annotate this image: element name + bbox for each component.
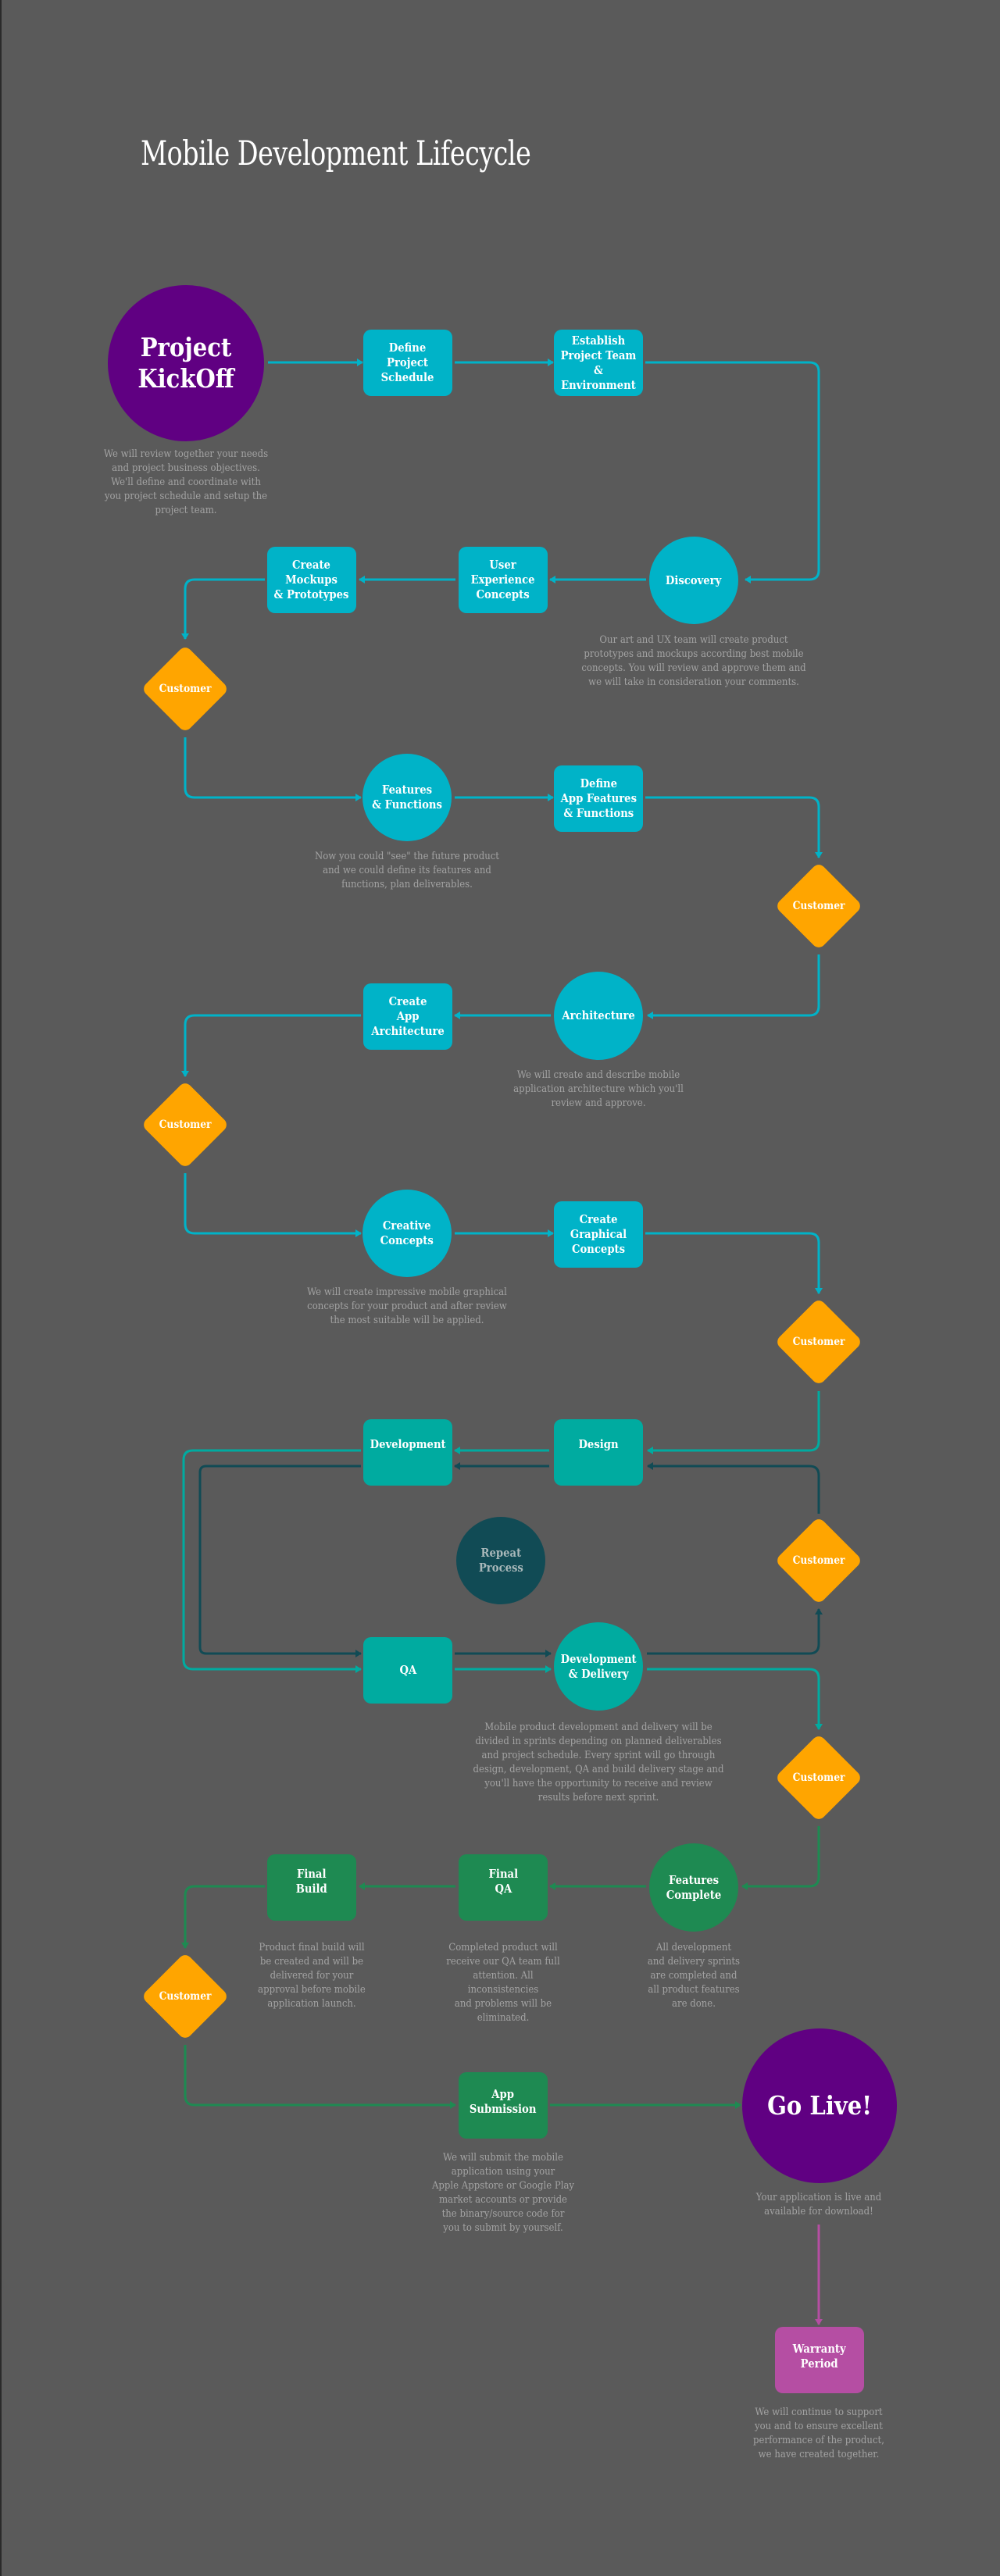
node-label: Create Mockups & Prototypes — [274, 558, 349, 601]
node-label: Define Project Schedule — [381, 341, 434, 384]
node-creative-concepts: Creative Concepts — [362, 1190, 452, 1277]
node-repeat-process: Repeat Process — [456, 1517, 545, 1604]
node-label: Features & Functions — [372, 783, 442, 812]
node-label: Repeat Process — [478, 1546, 523, 1575]
node-define-app-features: Define App Features & Functions — [554, 765, 643, 832]
node-label: Create App Architecture — [371, 994, 445, 1038]
decision-label: Customer — [159, 1990, 212, 2003]
connector-appfeatures-to-customer2 — [645, 796, 823, 858]
connector-graphical-to-customer4 — [645, 1232, 823, 1294]
connector-customer4-to-design — [647, 1391, 820, 1454]
node-label: Final QA — [488, 1866, 518, 1896]
decision-customer-7: Customer — [141, 1952, 230, 2041]
node-label: Creative Concepts — [380, 1218, 434, 1247]
node-label: Project KickOff — [138, 332, 234, 394]
connector-mockups-to-customer1 — [181, 578, 265, 640]
node-label: User Experience Concepts — [471, 558, 535, 601]
decision-label: Customer — [159, 1119, 212, 1131]
description-discovery: Our art and UX team will create product … — [581, 634, 806, 688]
connector-loop-development-to-qa — [198, 1465, 362, 1657]
description-final-build: Product final build will be created and … — [258, 1942, 366, 2010]
node-development: Development — [363, 1419, 452, 1486]
node-design: Design — [554, 1419, 643, 1486]
description-architecture: We will create and describe mobile appli… — [513, 1069, 684, 1109]
connector-customer1-to-features — [184, 737, 362, 801]
connector-createarch-to-customer3 — [181, 1014, 361, 1077]
node-label: Final Build — [295, 1866, 328, 1896]
decision-customer-6: Customer — [774, 1733, 863, 1822]
node-label: App Submission — [470, 2086, 537, 2116]
node-label: Development — [370, 1437, 446, 1451]
node-label: Discovery — [666, 573, 722, 587]
node-define-project-schedule: Define Project Schedule — [363, 330, 452, 396]
node-create-graphical-concepts: Create Graphical Concepts — [554, 1201, 643, 1268]
node-qa: QA — [363, 1637, 452, 1704]
node-features-functions: Features & Functions — [362, 754, 452, 841]
node-label: Define App Features & Functions — [560, 776, 637, 820]
decision-label: Customer — [159, 683, 212, 695]
node-user-experience-concepts: User Experience Concepts — [459, 547, 548, 613]
node-architecture: Architecture — [554, 972, 643, 1060]
node-app-submission: App Submission — [459, 2072, 548, 2139]
decision-label: Customer — [792, 1771, 845, 1784]
node-final-build: Final Build — [267, 1854, 356, 1921]
connector-customer3-to-creative — [184, 1173, 362, 1237]
description-warranty: We will continue to support you and to e… — [753, 2407, 884, 2460]
connector-loop-customer5-to-design — [647, 1462, 820, 1514]
node-label: Create Graphical Concepts — [570, 1212, 627, 1256]
description-development-delivery: Mobile product development and delivery … — [473, 1721, 724, 1804]
decision-label: Customer — [792, 1554, 845, 1567]
decision-customer-2: Customer — [774, 862, 863, 951]
node-label: Architecture — [562, 1008, 635, 1022]
connector-loop-devdelivery-to-customer5 — [647, 1608, 823, 1655]
node-features-complete: Features Complete — [649, 1843, 738, 1932]
connector-customer2-to-architecture — [647, 954, 820, 1019]
decision-customer-1: Customer — [141, 644, 230, 733]
node-label: Design — [578, 1437, 619, 1451]
node-warranty-period: Warranty Period — [775, 2327, 864, 2393]
node-create-app-architecture: Create App Architecture — [363, 983, 452, 1050]
connector-finalbuild-to-customer7 — [181, 1885, 265, 1949]
node-label: Go Live! — [767, 2090, 872, 2121]
node-development-delivery: Development & Delivery — [554, 1622, 643, 1711]
decision-label: Customer — [792, 1336, 845, 1348]
decision-customer-3: Customer — [141, 1080, 230, 1169]
node-label: QA — [399, 1663, 416, 1677]
decision-label: Customer — [792, 900, 845, 912]
description-kickoff: We will review together your needs and p… — [103, 448, 269, 516]
description-creative-concepts: We will create impressive mobile graphic… — [307, 1286, 507, 1326]
node-discovery: Discovery — [649, 537, 738, 624]
description-app-submission: We will submit the mobile application us… — [431, 2152, 575, 2234]
description-final-qa: Completed product will receive our QA te… — [446, 1942, 560, 2024]
decision-customer-4: Customer — [774, 1297, 863, 1386]
description-features-complete: All development and delivery sprints are… — [647, 1942, 741, 2010]
node-label: Warranty Period — [792, 2341, 847, 2371]
connector-development-to-qa — [182, 1449, 362, 1673]
description-features-functions: Now you could "see" the future product a… — [315, 851, 499, 890]
node-create-mockups-prototypes: Create Mockups & Prototypes — [267, 547, 356, 613]
node-project-kickoff: Project KickOff — [108, 285, 264, 441]
description-go-live: Your application is live and available f… — [755, 2192, 882, 2217]
node-go-live: Go Live! — [742, 2028, 897, 2183]
connector-customer7-to-appsubmission — [184, 2045, 456, 2109]
node-final-qa: Final QA — [459, 1854, 548, 1921]
decision-customer-5: Customer — [774, 1516, 863, 1605]
node-label: Features Complete — [666, 1872, 722, 1902]
node-establish-project-team: Establish Project Team & Environment — [554, 330, 643, 396]
node-label: Development & Delivery — [560, 1651, 637, 1681]
node-label: Establish Project Team & Environment — [560, 333, 637, 392]
connector-customer6-to-featurescomplete — [741, 1826, 820, 1890]
